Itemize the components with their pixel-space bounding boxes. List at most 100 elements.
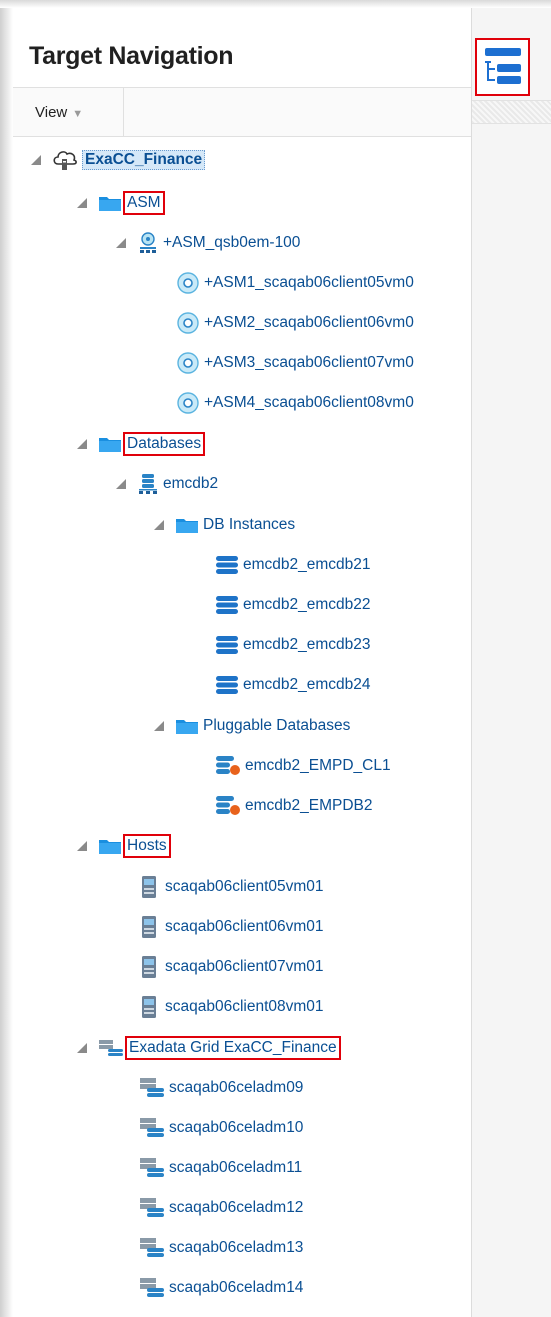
cloud-target-icon	[53, 151, 77, 170]
tree-node-storage-cell[interactable]: scaqab06celadm11	[139, 1154, 302, 1182]
tree-node-db-instances[interactable]: DB Instances	[153, 511, 295, 539]
database-instance-icon	[216, 556, 238, 574]
tree-node-label[interactable]: scaqab06celadm13	[169, 1239, 303, 1257]
database-instance-icon	[216, 636, 238, 654]
tree-node-label[interactable]: +ASM3_scaqab06client07vm0	[204, 354, 414, 372]
expanded-triangle-icon[interactable]	[115, 478, 127, 490]
tree-node-pluggable-databases[interactable]: Pluggable Databases	[153, 712, 350, 740]
tree-node-label[interactable]: Exadata Grid ExaCC_Finance	[125, 1036, 341, 1060]
tree-node-db-instance[interactable]: emcdb2_emcdb21	[215, 551, 371, 579]
tree-node-db-instance[interactable]: emcdb2_emcdb23	[215, 631, 371, 659]
tree-node-label[interactable]: Pluggable Databases	[203, 717, 350, 735]
exadata-grid-icon	[99, 1040, 123, 1056]
storage-cell-icon	[140, 1078, 164, 1097]
disk-icon	[177, 352, 199, 374]
view-menu-button[interactable]: View ▼	[35, 104, 83, 121]
folder-icon	[99, 840, 121, 854]
tree-node-root[interactable]: ExaCC_Finance	[30, 146, 206, 174]
storage-cell-icon	[140, 1238, 164, 1257]
tree-node-asm[interactable]: ASM	[76, 189, 165, 217]
tree-node-asm-cluster[interactable]: +ASM_qsb0em-100	[115, 229, 300, 257]
tree-node-db-instance[interactable]: emcdb2_emcdb24	[215, 671, 371, 699]
tree-node-host[interactable]: scaqab06client08vm01	[139, 993, 324, 1021]
tree-node-label[interactable]: emcdb2	[163, 475, 218, 493]
tree-node-storage-cell[interactable]: scaqab06celadm12	[139, 1194, 303, 1222]
disk-icon	[177, 312, 199, 334]
tree-node-hosts[interactable]: Hosts	[76, 832, 171, 860]
view-menu-label: View	[35, 104, 68, 121]
tree-node-label[interactable]: ASM	[123, 191, 165, 215]
folder-icon	[99, 438, 121, 452]
tree-node-label[interactable]: scaqab06celadm10	[169, 1119, 303, 1137]
tree-node-label[interactable]: scaqab06client05vm01	[165, 878, 324, 896]
content-toolbar-strip	[472, 100, 551, 124]
tree-node-asm-instance[interactable]: +ASM3_scaqab06client07vm0	[176, 349, 471, 377]
host-server-icon	[142, 996, 156, 1018]
expanded-triangle-icon[interactable]	[153, 720, 165, 732]
database-instance-icon	[216, 676, 238, 694]
tree-node-label[interactable]: +ASM1_scaqab06client05vm0	[204, 274, 414, 292]
tree-node-storage-cell[interactable]: scaqab06celadm13	[139, 1234, 303, 1262]
tree-node-label[interactable]: Hosts	[123, 834, 171, 858]
tree-node-label[interactable]: emcdb2_emcdb22	[243, 596, 371, 614]
storage-cell-icon	[140, 1158, 164, 1177]
cluster-database-icon	[139, 474, 157, 494]
folder-icon	[176, 720, 198, 734]
tree-node-pdb[interactable]: emcdb2_EMPDB2	[215, 792, 373, 820]
tree-node-asm-instance[interactable]: +ASM4_scaqab06client08vm0	[176, 389, 471, 417]
storage-cell-icon	[140, 1118, 164, 1137]
disk-icon	[177, 392, 199, 414]
content-area	[472, 8, 551, 1317]
toolbar-divider	[123, 88, 124, 136]
tree-node-label[interactable]: DB Instances	[203, 516, 295, 534]
tree-node-label[interactable]: +ASM2_scaqab06client06vm0	[204, 314, 414, 332]
tree-node-label[interactable]: scaqab06client06vm01	[165, 918, 324, 936]
tree-node-asm-instance[interactable]: +ASM2_scaqab06client06vm0	[176, 309, 471, 337]
tree-node-label[interactable]: emcdb2_emcdb24	[243, 676, 371, 694]
tree-node-storage-cell[interactable]: scaqab06celadm09	[139, 1074, 303, 1102]
tree-node-label[interactable]: scaqab06client08vm01	[165, 998, 324, 1016]
panel-shadow-top	[0, 0, 551, 8]
tree-node-label[interactable]: emcdb2_EMPD_CL1	[245, 757, 391, 775]
tree-node-host[interactable]: scaqab06client07vm01	[139, 953, 324, 981]
expanded-triangle-icon[interactable]	[30, 154, 42, 166]
pluggable-database-icon	[216, 796, 240, 815]
tree-node-label[interactable]: emcdb2_EMPDB2	[245, 797, 373, 815]
tree-node-databases[interactable]: Databases	[76, 430, 206, 458]
tree-node-label[interactable]: +ASM4_scaqab06client08vm0	[204, 394, 414, 412]
tree-node-label[interactable]: +ASM_qsb0em-100	[163, 234, 300, 252]
tree-node-storage-cell[interactable]: scaqab06celadm14	[139, 1274, 303, 1302]
expanded-triangle-icon[interactable]	[76, 197, 88, 209]
panel-toolbar: View ▼	[13, 87, 471, 137]
tree-node-host[interactable]: scaqab06client05vm01	[139, 873, 324, 901]
storage-cell-icon	[140, 1198, 164, 1217]
tree-toggle-button[interactable]	[475, 38, 530, 96]
tree-node-storage-cell[interactable]: scaqab06celadm10	[139, 1114, 303, 1142]
tree-node-label[interactable]: Databases	[122, 432, 206, 456]
tree-node-pdb[interactable]: emcdb2_EMPD_CL1	[215, 752, 391, 780]
expanded-triangle-icon[interactable]	[115, 237, 127, 249]
expanded-triangle-icon[interactable]	[153, 519, 165, 531]
database-instance-icon	[216, 596, 238, 614]
tree-node-asm-instance[interactable]: +ASM1_scaqab06client05vm0	[176, 269, 471, 297]
tree-node-database[interactable]: emcdb2	[115, 470, 218, 498]
tree-node-label[interactable]: scaqab06celadm11	[169, 1159, 302, 1177]
expanded-triangle-icon[interactable]	[76, 1042, 88, 1054]
host-server-icon	[142, 956, 156, 978]
tree-node-db-instance[interactable]: emcdb2_emcdb22	[215, 591, 371, 619]
tree-node-label[interactable]: scaqab06celadm12	[169, 1199, 303, 1217]
host-server-icon	[142, 876, 156, 898]
tree-node-host[interactable]: scaqab06client06vm01	[139, 913, 324, 941]
tree-node-label[interactable]: scaqab06client07vm01	[165, 958, 324, 976]
tree-node-label[interactable]: emcdb2_emcdb21	[243, 556, 371, 574]
expanded-triangle-icon[interactable]	[76, 840, 88, 852]
folder-icon	[99, 197, 121, 211]
tree-node-label[interactable]: scaqab06celadm14	[169, 1279, 303, 1297]
expanded-triangle-icon[interactable]	[76, 438, 88, 450]
disk-icon	[177, 272, 199, 294]
tree-node-label[interactable]: ExaCC_Finance	[82, 150, 206, 170]
chevron-down-icon: ▼	[72, 108, 84, 120]
tree-node-label[interactable]: scaqab06celadm09	[169, 1079, 303, 1097]
tree-node-exadata-grid[interactable]: Exadata Grid ExaCC_Finance	[76, 1034, 341, 1062]
tree-node-label[interactable]: emcdb2_emcdb23	[243, 636, 371, 654]
